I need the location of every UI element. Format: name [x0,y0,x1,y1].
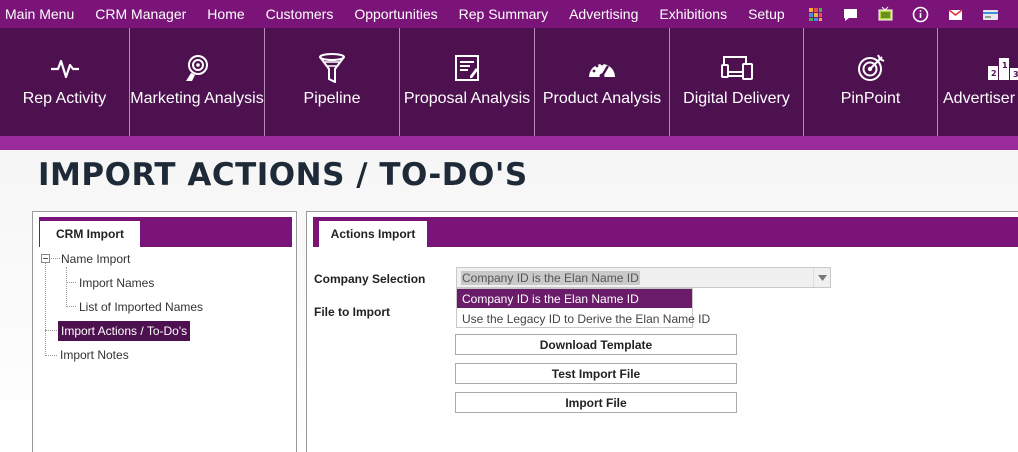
bullseye-icon [856,52,886,84]
mail-icon[interactable] [947,6,964,23]
menu-opportunities[interactable]: Opportunities [349,6,437,22]
import-file-button[interactable]: Import File [455,392,737,413]
target-hand-icon [183,52,211,84]
tile-digital-delivery[interactable]: Digital Delivery [670,28,804,136]
tile-label: PinPoint [840,90,901,107]
tile-pinpoint[interactable]: PinPoint [804,28,938,136]
tile-label: Proposal Analysis [403,90,531,107]
download-template-button[interactable]: Download Template [455,334,737,355]
top-menu-bar: Main Menu CRM Manager Home Customers Opp… [0,0,1018,28]
right-tab-bar: Actions Import [313,217,1018,247]
menu-main-menu[interactable]: Main Menu [0,6,74,22]
tree-connector [51,258,60,259]
card-icon[interactable] [982,6,999,23]
collapse-toggle-icon[interactable] [41,254,50,263]
tile-proposal-analysis[interactable]: Proposal Analysis [400,28,535,136]
menu-home[interactable]: Home [202,6,244,22]
tree-item-name-import[interactable]: Name Import [61,252,130,266]
tree-item-import-actions[interactable]: Import Actions / To-Do's [58,321,191,341]
menu-advertising[interactable]: Advertising [564,6,638,22]
tile-label: Advertiser R [943,90,1018,107]
tree-item-import-notes[interactable]: Import Notes [60,348,129,362]
tree-connector [66,282,76,283]
tile-label: Rep Activity [22,90,107,107]
podium-icon: 213 [987,52,1018,84]
tile-marketing-analysis[interactable]: Marketing Analysis [130,28,265,136]
tree-item-list-imported-names[interactable]: List of Imported Names [79,300,203,314]
funnel-icon [318,52,346,84]
dropdown-option[interactable]: Use the Legacy ID to Derive the Elan Nam… [457,309,710,328]
menu-customers[interactable]: Customers [261,6,334,22]
test-import-file-button[interactable]: Test Import File [455,363,737,384]
tile-label: Marketing Analysis [130,90,264,107]
menu-rep-summary[interactable]: Rep Summary [454,6,548,22]
tree-connector [66,267,67,307]
svg-text:1: 1 [1002,61,1008,70]
chevron-down-icon[interactable] [813,268,830,287]
chat-icon[interactable] [842,6,859,23]
company-selection-value: Company ID is the Elan Name ID [461,271,640,285]
svg-text:2: 2 [991,69,997,78]
devices-icon [720,52,754,84]
tile-label: Digital Delivery [683,90,790,107]
tile-label: Product Analysis [542,90,662,107]
file-to-import-label: File to Import [314,305,390,319]
menu-setup[interactable]: Setup [743,6,785,22]
tree-connector [45,263,46,356]
grid-icon[interactable] [807,6,824,23]
menu-crm-manager[interactable]: CRM Manager [90,6,186,22]
tree-connector [66,306,76,307]
gauge-icon [587,52,617,84]
top-icon-group [807,6,1018,23]
menu-exhibitions[interactable]: Exhibitions [654,6,727,22]
tab-actions-import[interactable]: Actions Import [319,221,427,247]
pulse-icon [50,52,80,84]
dashboard-tiles: Rep Activity Marketing Analysis Pipeline… [0,28,1018,136]
tree-connector [45,330,57,331]
crm-import-panel: CRM Import Name Import Import Names List… [32,211,297,452]
company-selection-label: Company Selection [314,272,426,286]
tree-item-import-names[interactable]: Import Names [79,276,154,290]
tv-icon[interactable] [877,6,894,23]
tile-pipeline[interactable]: Pipeline [265,28,400,136]
dropdown-option[interactable]: Company ID is the Elan Name ID [457,289,692,308]
tile-product-analysis[interactable]: Product Analysis [535,28,670,136]
company-selection-dropdown: Company ID is the Elan Name ID Use the L… [456,288,710,328]
tree-connector [45,355,57,356]
tile-label: Pipeline [303,90,361,107]
info-icon[interactable] [912,6,929,23]
document-icon [453,52,481,84]
accent-bar [0,136,1018,150]
tile-advertiser[interactable]: 213 Advertiser R [938,28,1018,136]
tile-rep-activity[interactable]: Rep Activity [0,28,130,136]
import-tree: Name Import Import Names List of Importe… [33,212,296,452]
company-selection-select[interactable]: Company ID is the Elan Name ID [456,267,831,288]
actions-import-panel: Actions Import Company Selection File to… [306,211,1018,452]
svg-text:3: 3 [1013,70,1018,79]
page-title: IMPORT ACTIONS / TO-DO'S [38,157,528,193]
